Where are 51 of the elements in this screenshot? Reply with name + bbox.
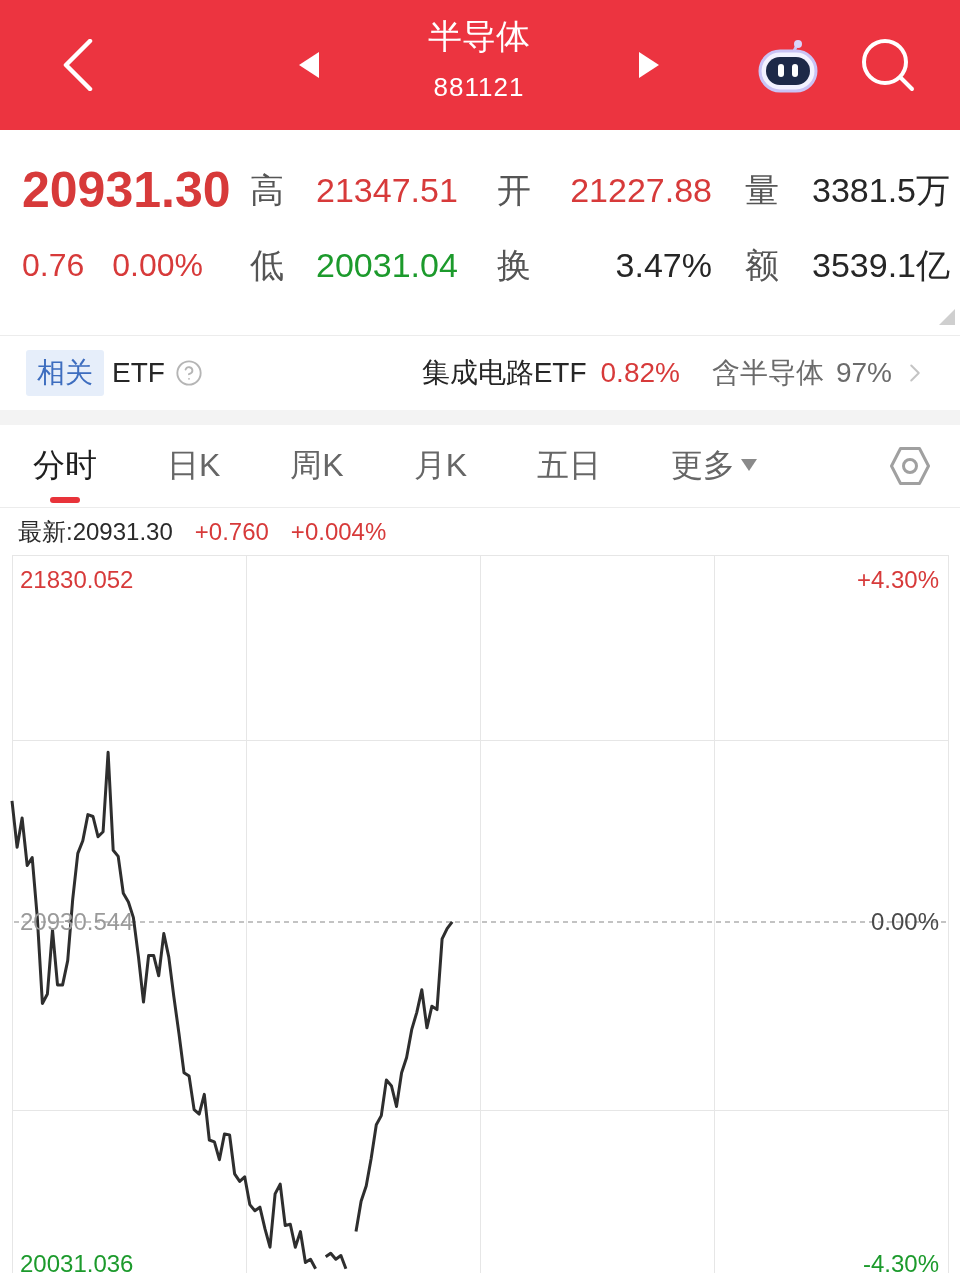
stat-value: 21227.88 [570,171,712,209]
corner-triangle-icon [939,309,955,325]
etf-label: ETF [112,356,165,390]
stat-label: 额 [745,246,779,284]
stat-value: 20031.04 [316,246,458,284]
price-change: 0.00% [112,246,203,285]
axis-percent-label: -4.30% [862,1254,939,1273]
back-chevron-icon [62,39,94,91]
etf-fund-change: 0.82% [600,356,680,390]
left-triangle-icon [299,52,319,78]
search-icon [861,38,915,92]
chart-tab[interactable]: 月K [413,425,468,507]
related-badge: 相关 [26,350,104,396]
previous-button[interactable] [298,51,320,79]
axis-price-label: 20031.036 [20,1254,134,1273]
etf-fund-name[interactable]: 集成电路ETF [421,353,587,393]
caret-down-icon [741,459,758,471]
stat-label: 换 [497,246,531,284]
next-button[interactable] [638,51,660,79]
chart-tab[interactable]: 更多 [671,425,758,507]
holding-percent: 97% [835,356,892,390]
stat-label: 开 [497,171,531,209]
stat-label: 低 [250,246,284,284]
index-code: 881121 [433,71,525,104]
chart-tab[interactable]: 周K [290,425,344,507]
right-triangle-icon [639,52,659,78]
axis-percent-label: +4.30% [856,571,939,590]
current-price: 20931.30 [22,162,231,218]
stat-label: 量 [745,171,779,209]
stat-value: 3539.1亿 [812,246,950,284]
chart-tab[interactable]: 分时 [33,425,97,507]
search-button[interactable] [860,37,916,93]
latest-change: +0.004% [290,516,387,547]
stat-label: 高 [250,171,284,209]
stat-value: 3.47% [615,246,712,284]
robot-icon [758,37,818,93]
axis-price-label: 21830.052 [20,571,134,590]
settings-button[interactable] [890,446,930,486]
holding-label: 含半导体 [711,356,824,390]
page-title: 半导体 [428,16,530,57]
assistant-button[interactable] [758,37,818,93]
active-tab-indicator [50,497,80,503]
latest-price: 最新:20931.30 [18,516,173,547]
price-change: 0.76 [22,246,85,285]
chart-tab[interactable]: 五日 [537,425,602,507]
stat-value: 21347.51 [316,171,458,209]
hexagon-settings-icon [890,447,930,485]
axis-percent-label: 0.00% [870,912,939,931]
chart-tab[interactable]: 日K [167,425,221,507]
stat-value: 3381.5万 [812,171,950,209]
latest-change: +0.760 [194,516,269,547]
